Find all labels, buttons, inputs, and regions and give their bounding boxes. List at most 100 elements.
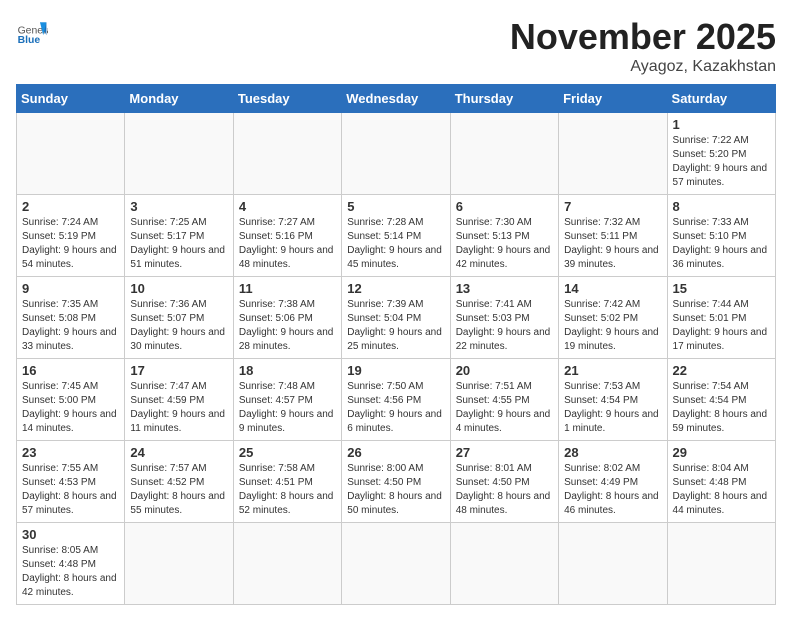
day-info: Sunrise: 7:28 AM Sunset: 5:14 PM Dayligh… (347, 216, 444, 272)
week-row-3: 9Sunrise: 7:35 AM Sunset: 5:08 PM Daylig… (17, 277, 776, 359)
calendar-cell: 7 Sunrise: 7:32 AM Sunset: 5:11 PM Daylig… (559, 195, 667, 277)
calendar-cell (667, 523, 775, 605)
header: General Blue November 2025 Ayagoz, Kazak… (16, 16, 776, 76)
calendar-cell: 11 Sunrise: 7:38 AM Sunset: 5:06 PM Dayli… (233, 277, 341, 359)
day-number: 23 (22, 445, 119, 460)
day-info: Sunrise: 7:48 AM Sunset: 4:57 PM Dayligh… (239, 380, 336, 436)
week-row-6: 30Sunrise: 8:05 AM Sunset: 4:48 PM Dayli… (17, 523, 776, 605)
day-number: 7 (564, 199, 661, 214)
day-number: 12 (347, 281, 444, 296)
day-info: Sunrise: 8:01 AM Sunset: 4:50 PM Dayligh… (456, 462, 553, 518)
day-info: Sunrise: 7:33 AM Sunset: 5:10 PM Dayligh… (673, 216, 770, 272)
calendar-cell (559, 113, 667, 195)
day-info: Sunrise: 7:32 AM Sunset: 5:11 PM Dayligh… (564, 216, 661, 272)
day-info: Sunrise: 7:51 AM Sunset: 4:55 PM Dayligh… (456, 380, 553, 436)
day-number: 24 (130, 445, 227, 460)
calendar-cell: 16Sunrise: 7:45 AM Sunset: 5:00 PM Dayli… (17, 359, 125, 441)
day-info: Sunrise: 7:39 AM Sunset: 5:04 PM Dayligh… (347, 298, 444, 354)
day-info: Sunrise: 7:58 AM Sunset: 4:51 PM Dayligh… (239, 462, 336, 518)
day-number: 21 (564, 363, 661, 378)
day-number: 27 (456, 445, 553, 460)
month-title: November 2025 (510, 16, 776, 58)
day-number: 8 (673, 199, 770, 214)
calendar-cell (450, 113, 558, 195)
weekday-header-row: SundayMondayTuesdayWednesdayThursdayFrid… (17, 85, 776, 113)
day-number: 3 (130, 199, 227, 214)
day-number: 29 (673, 445, 770, 460)
calendar-cell: 27 Sunrise: 8:01 AM Sunset: 4:50 PM Dayli… (450, 441, 558, 523)
calendar-cell: 28 Sunrise: 8:02 AM Sunset: 4:49 PM Dayli… (559, 441, 667, 523)
weekday-header-friday: Friday (559, 85, 667, 113)
weekday-header-wednesday: Wednesday (342, 85, 450, 113)
week-row-1: 1Sunrise: 7:22 AM Sunset: 5:20 PM Daylig… (17, 113, 776, 195)
day-info: Sunrise: 7:27 AM Sunset: 5:16 PM Dayligh… (239, 216, 336, 272)
day-info: Sunrise: 8:05 AM Sunset: 4:48 PM Dayligh… (22, 544, 119, 600)
calendar-cell: 14 Sunrise: 7:42 AM Sunset: 5:02 PM Dayli… (559, 277, 667, 359)
day-info: Sunrise: 7:50 AM Sunset: 4:56 PM Dayligh… (347, 380, 444, 436)
calendar-cell: 17Sunrise: 7:47 AM Sunset: 4:59 PM Dayli… (125, 359, 233, 441)
day-info: Sunrise: 7:38 AM Sunset: 5:06 PM Dayligh… (239, 298, 336, 354)
calendar-cell: 20 Sunrise: 7:51 AM Sunset: 4:55 PM Dayli… (450, 359, 558, 441)
day-number: 20 (456, 363, 553, 378)
weekday-header-tuesday: Tuesday (233, 85, 341, 113)
calendar-cell: 12 Sunrise: 7:39 AM Sunset: 5:04 PM Dayli… (342, 277, 450, 359)
calendar-cell (233, 523, 341, 605)
calendar-cell: 23 Sunrise: 7:55 AM Sunset: 4:53 PM Dayli… (17, 441, 125, 523)
calendar-cell (125, 113, 233, 195)
week-row-2: 2Sunrise: 7:24 AM Sunset: 5:19 PM Daylig… (17, 195, 776, 277)
svg-text:Blue: Blue (18, 35, 41, 46)
day-info: Sunrise: 7:53 AM Sunset: 4:54 PM Dayligh… (564, 380, 661, 436)
calendar-cell: 29Sunrise: 8:04 AM Sunset: 4:48 PM Dayli… (667, 441, 775, 523)
day-info: Sunrise: 7:57 AM Sunset: 4:52 PM Dayligh… (130, 462, 227, 518)
day-info: Sunrise: 7:42 AM Sunset: 5:02 PM Dayligh… (564, 298, 661, 354)
calendar-cell: 21 Sunrise: 7:53 AM Sunset: 4:54 PM Dayli… (559, 359, 667, 441)
calendar-cell: 15Sunrise: 7:44 AM Sunset: 5:01 PM Dayli… (667, 277, 775, 359)
calendar-cell (450, 523, 558, 605)
weekday-header-monday: Monday (125, 85, 233, 113)
day-info: Sunrise: 7:22 AM Sunset: 5:20 PM Dayligh… (673, 134, 770, 190)
day-number: 10 (130, 281, 227, 296)
calendar-cell: 19 Sunrise: 7:50 AM Sunset: 4:56 PM Dayli… (342, 359, 450, 441)
calendar-cell: 1Sunrise: 7:22 AM Sunset: 5:20 PM Daylig… (667, 113, 775, 195)
day-number: 6 (456, 199, 553, 214)
day-number: 17 (130, 363, 227, 378)
title-area: November 2025 Ayagoz, Kazakhstan (510, 16, 776, 76)
day-info: Sunrise: 8:02 AM Sunset: 4:49 PM Dayligh… (564, 462, 661, 518)
weekday-header-thursday: Thursday (450, 85, 558, 113)
day-info: Sunrise: 8:00 AM Sunset: 4:50 PM Dayligh… (347, 462, 444, 518)
weekday-header-saturday: Saturday (667, 85, 775, 113)
day-info: Sunrise: 7:36 AM Sunset: 5:07 PM Dayligh… (130, 298, 227, 354)
calendar-cell: 25 Sunrise: 7:58 AM Sunset: 4:51 PM Dayli… (233, 441, 341, 523)
day-info: Sunrise: 7:35 AM Sunset: 5:08 PM Dayligh… (22, 298, 119, 354)
logo: General Blue (16, 16, 48, 48)
calendar-cell: 4 Sunrise: 7:27 AM Sunset: 5:16 PM Daylig… (233, 195, 341, 277)
day-info: Sunrise: 7:30 AM Sunset: 5:13 PM Dayligh… (456, 216, 553, 272)
day-number: 19 (347, 363, 444, 378)
day-number: 18 (239, 363, 336, 378)
calendar-cell (342, 113, 450, 195)
day-number: 15 (673, 281, 770, 296)
day-info: Sunrise: 7:54 AM Sunset: 4:54 PM Dayligh… (673, 380, 770, 436)
calendar-cell: 26Sunrise: 8:00 AM Sunset: 4:50 PM Dayli… (342, 441, 450, 523)
calendar-cell: 5Sunrise: 7:28 AM Sunset: 5:14 PM Daylig… (342, 195, 450, 277)
day-number: 22 (673, 363, 770, 378)
day-number: 11 (239, 281, 336, 296)
day-number: 13 (456, 281, 553, 296)
day-info: Sunrise: 7:24 AM Sunset: 5:19 PM Dayligh… (22, 216, 119, 272)
day-number: 28 (564, 445, 661, 460)
calendar-cell (17, 113, 125, 195)
day-info: Sunrise: 7:55 AM Sunset: 4:53 PM Dayligh… (22, 462, 119, 518)
day-number: 4 (239, 199, 336, 214)
calendar-table: SundayMondayTuesdayWednesdayThursdayFrid… (16, 84, 776, 605)
calendar-cell (342, 523, 450, 605)
day-info: Sunrise: 7:41 AM Sunset: 5:03 PM Dayligh… (456, 298, 553, 354)
day-number: 16 (22, 363, 119, 378)
week-row-4: 16Sunrise: 7:45 AM Sunset: 5:00 PM Dayli… (17, 359, 776, 441)
calendar-cell: 18 Sunrise: 7:48 AM Sunset: 4:57 PM Dayli… (233, 359, 341, 441)
weekday-header-sunday: Sunday (17, 85, 125, 113)
calendar-cell (233, 113, 341, 195)
day-number: 25 (239, 445, 336, 460)
calendar-cell: 6 Sunrise: 7:30 AM Sunset: 5:13 PM Daylig… (450, 195, 558, 277)
day-info: Sunrise: 7:25 AM Sunset: 5:17 PM Dayligh… (130, 216, 227, 272)
day-number: 14 (564, 281, 661, 296)
